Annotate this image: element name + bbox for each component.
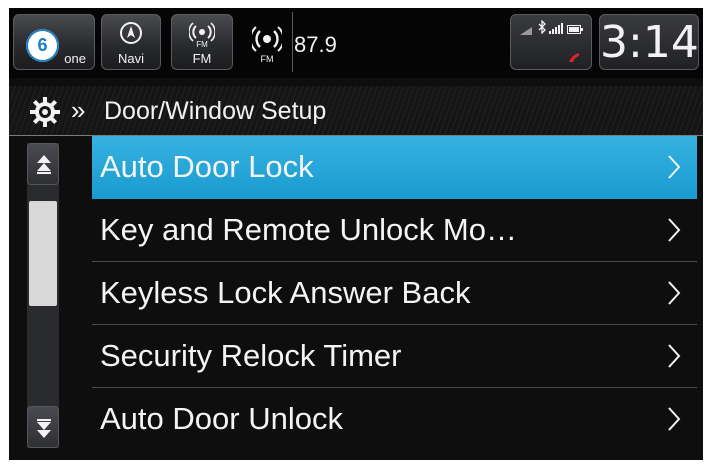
- menu-item-label: Key and Remote Unlock Mo…: [100, 212, 517, 247]
- navi-button[interactable]: Navi: [101, 14, 161, 70]
- scroll-down-button[interactable]: [27, 406, 59, 448]
- gear-icon: [29, 96, 61, 133]
- scrollbar[interactable]: [27, 143, 59, 448]
- double-down-arrow-icon: [36, 418, 52, 443]
- top-status-bar: one Navi FM FM FM 87.9 3:14 6: [9, 8, 703, 78]
- wifi-icon: [519, 23, 533, 41]
- missed-call-icon: [567, 51, 581, 70]
- phone-button-label: one: [64, 51, 86, 66]
- scroll-up-button[interactable]: [27, 143, 59, 185]
- radio-source-indicator: FM: [247, 22, 287, 66]
- menu-item-security-relock-timer[interactable]: Security Relock Timer: [92, 325, 697, 388]
- chevron-right-icon: [667, 280, 681, 311]
- fm-icon-text: FM: [196, 40, 208, 49]
- double-up-arrow-icon: [36, 155, 52, 180]
- scroll-thumb[interactable]: [29, 201, 57, 306]
- radio-signal-text: FM: [260, 54, 274, 64]
- bluetooth-icon: [538, 19, 546, 39]
- menu-item-label: Security Relock Timer: [100, 338, 402, 373]
- page-title: Door/Window Setup: [104, 97, 327, 125]
- menu-item-label: Auto Door Unlock: [100, 401, 343, 436]
- menu-item-keyless-lock-answer-back[interactable]: Keyless Lock Answer Back: [92, 262, 697, 325]
- step-number-badge: 6: [26, 29, 59, 62]
- device-status-indicators: [510, 14, 592, 70]
- fm-button[interactable]: FM FM: [171, 14, 233, 70]
- clock: 3:14: [599, 14, 699, 70]
- topbar-divider: [292, 12, 293, 72]
- chevron-right-icon: [667, 406, 681, 437]
- menu-item-auto-door-unlock[interactable]: Auto Door Unlock: [92, 388, 697, 451]
- menu-item-auto-door-lock[interactable]: Auto Door Lock: [92, 136, 697, 199]
- radio-frequency: 87.9: [294, 32, 337, 57]
- infotainment-screen: one Navi FM FM FM 87.9 3:14 6 » Door/Win…: [9, 8, 703, 460]
- chevron-right-icon: [667, 343, 681, 374]
- fm-button-label: FM: [192, 51, 212, 66]
- menu-item-key-remote-unlock-mode[interactable]: Key and Remote Unlock Mo…: [92, 199, 697, 262]
- navi-button-label: Navi: [117, 51, 144, 66]
- chevron-right-icon: [667, 154, 681, 185]
- settings-menu-list: Auto Door Lock Key and Remote Unlock Mo……: [92, 136, 697, 451]
- chevron-right-icon: [667, 217, 681, 248]
- menu-item-label: Keyless Lock Answer Back: [100, 275, 471, 310]
- page-header: » Door/Window Setup: [9, 86, 703, 136]
- compass-icon: [119, 21, 143, 50]
- battery-icon: [567, 21, 583, 39]
- breadcrumb-separator: »: [71, 95, 86, 125]
- menu-item-label: Auto Door Lock: [100, 149, 314, 184]
- cell-signal-icon: [549, 21, 563, 39]
